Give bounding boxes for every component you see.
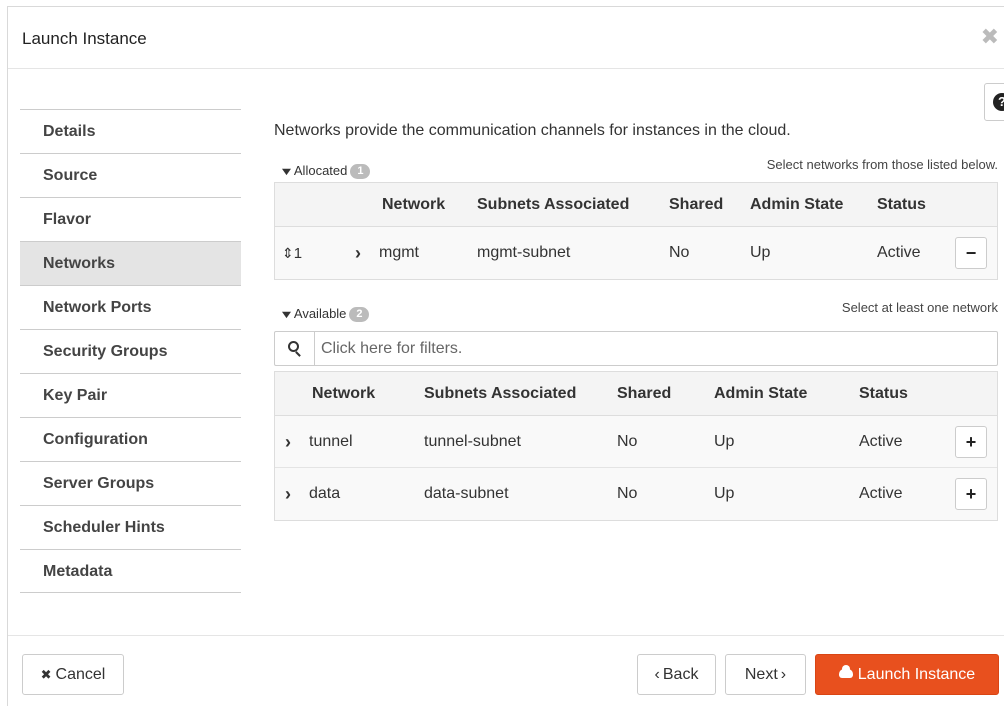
close-icon[interactable]: ✖ [981,25,999,49]
subnet-name: data-subnet [424,485,509,502]
next-label: Next [744,666,778,683]
dialog-title: Launch Instance [22,29,147,48]
network-name: tunnel [309,433,353,450]
launch-instance-dialog: Launch Instance ✖ ? Details Source Flavo… [7,6,1004,706]
col-shared: Shared [669,196,724,213]
shared-value: No [617,485,638,502]
col-network: Network [312,385,376,402]
available-count-badge: 2 [349,307,370,322]
available-table-header: Network Subnets Associated Shared Admin … [275,372,997,416]
chevron-right-icon[interactable]: › [285,416,291,468]
available-row-data: › data data-subnet No Up Active + [275,468,997,520]
allocated-toggle[interactable]: ▼Allocated 1 [278,163,371,179]
allocated-hint: Select networks from those listed below. [766,157,998,172]
allocate-button[interactable]: + [955,426,987,458]
subnet-name: mgmt-subnet [477,244,571,261]
nav-item-flavor[interactable]: Flavor [20,197,241,241]
launch-label: Launch Instance [857,666,976,683]
status-value: Active [877,244,921,261]
nav-item-metadata[interactable]: Metadata [20,549,241,593]
allocated-table: Network Subnets Associated Shared Admin … [274,182,998,280]
col-status: Status [859,385,908,402]
allocate-button[interactable]: + [955,478,987,510]
network-name: data [309,485,341,502]
network-name: mgmt [379,244,419,261]
available-row-tunnel: › tunnel tunnel-subnet No Up Active + [275,416,997,468]
chevron-right-icon[interactable]: › [285,468,291,520]
col-shared: Shared [617,385,672,402]
cancel-label: Cancel [55,666,106,683]
chevron-left-icon: ‹ [654,666,660,683]
nav-item-server-groups[interactable]: Server Groups [20,461,241,505]
help-button[interactable]: ? [984,83,1004,121]
allocated-count-badge: 1 [350,164,371,179]
chevron-right-icon[interactable]: › [355,227,361,279]
allocated-row-mgmt: ⇕1 › mgmt mgmt-subnet No Up Active − [275,227,997,279]
nav-item-source[interactable]: Source [20,153,241,197]
question-icon: ? [993,93,1004,111]
chevron-down-icon: ▼ [278,309,295,321]
shared-value: No [669,244,690,261]
launch-instance-button[interactable]: Launch Instance [815,654,999,695]
col-status: Status [877,196,926,213]
back-label: Back [662,666,699,683]
cloud-upload-icon [838,665,853,678]
chevron-right-icon: › [780,666,787,683]
available-hint: Select at least one network [841,300,998,315]
available-table: Network Subnets Associated Shared Admin … [274,371,998,521]
chevron-down-icon: ▼ [278,166,295,178]
close-icon: ✖ [40,667,52,682]
back-button[interactable]: ‹ Back [637,654,716,695]
admin-state-value: Up [714,485,735,502]
search-icon[interactable] [275,332,315,365]
nav-item-networks[interactable]: Networks [20,241,241,285]
dialog-header: Launch Instance ✖ [8,7,1004,69]
nav-item-network-ports[interactable]: Network Ports [20,285,241,329]
status-value: Active [859,433,903,450]
nav-item-scheduler-hints[interactable]: Scheduler Hints [20,505,241,549]
drag-handle-icon[interactable]: ⇕1 [282,227,302,280]
col-subnets: Subnets Associated [477,196,630,213]
wizard-nav: Details Source Flavor Networks Network P… [20,109,241,593]
col-subnets: Subnets Associated [424,385,577,402]
admin-state-value: Up [714,433,735,450]
filter-input[interactable] [321,336,991,361]
next-button[interactable]: Next › [725,654,806,695]
subnet-name: tunnel-subnet [424,433,521,450]
nav-item-key-pair[interactable]: Key Pair [20,373,241,417]
shared-value: No [617,433,638,450]
available-label: Available [293,306,347,321]
allocated-table-header: Network Subnets Associated Shared Admin … [275,183,997,227]
nav-item-security-groups[interactable]: Security Groups [20,329,241,373]
dialog-footer: ✖ Cancel ‹ Back Next › Launch Instance [8,635,1004,707]
allocated-label: Allocated [293,163,348,178]
nav-item-configuration[interactable]: Configuration [20,417,241,461]
col-admin-state: Admin State [750,196,844,213]
networks-intro-text: Networks provide the communication chann… [274,122,791,139]
col-network: Network [382,196,446,213]
status-value: Active [859,485,903,502]
nav-item-details[interactable]: Details [20,109,241,153]
available-toggle[interactable]: ▼Available 2 [278,306,370,322]
deallocate-button[interactable]: − [955,237,987,269]
filter-box [274,331,998,366]
col-admin-state: Admin State [714,385,808,402]
cancel-button[interactable]: ✖ Cancel [22,654,124,695]
admin-state-value: Up [750,244,771,261]
